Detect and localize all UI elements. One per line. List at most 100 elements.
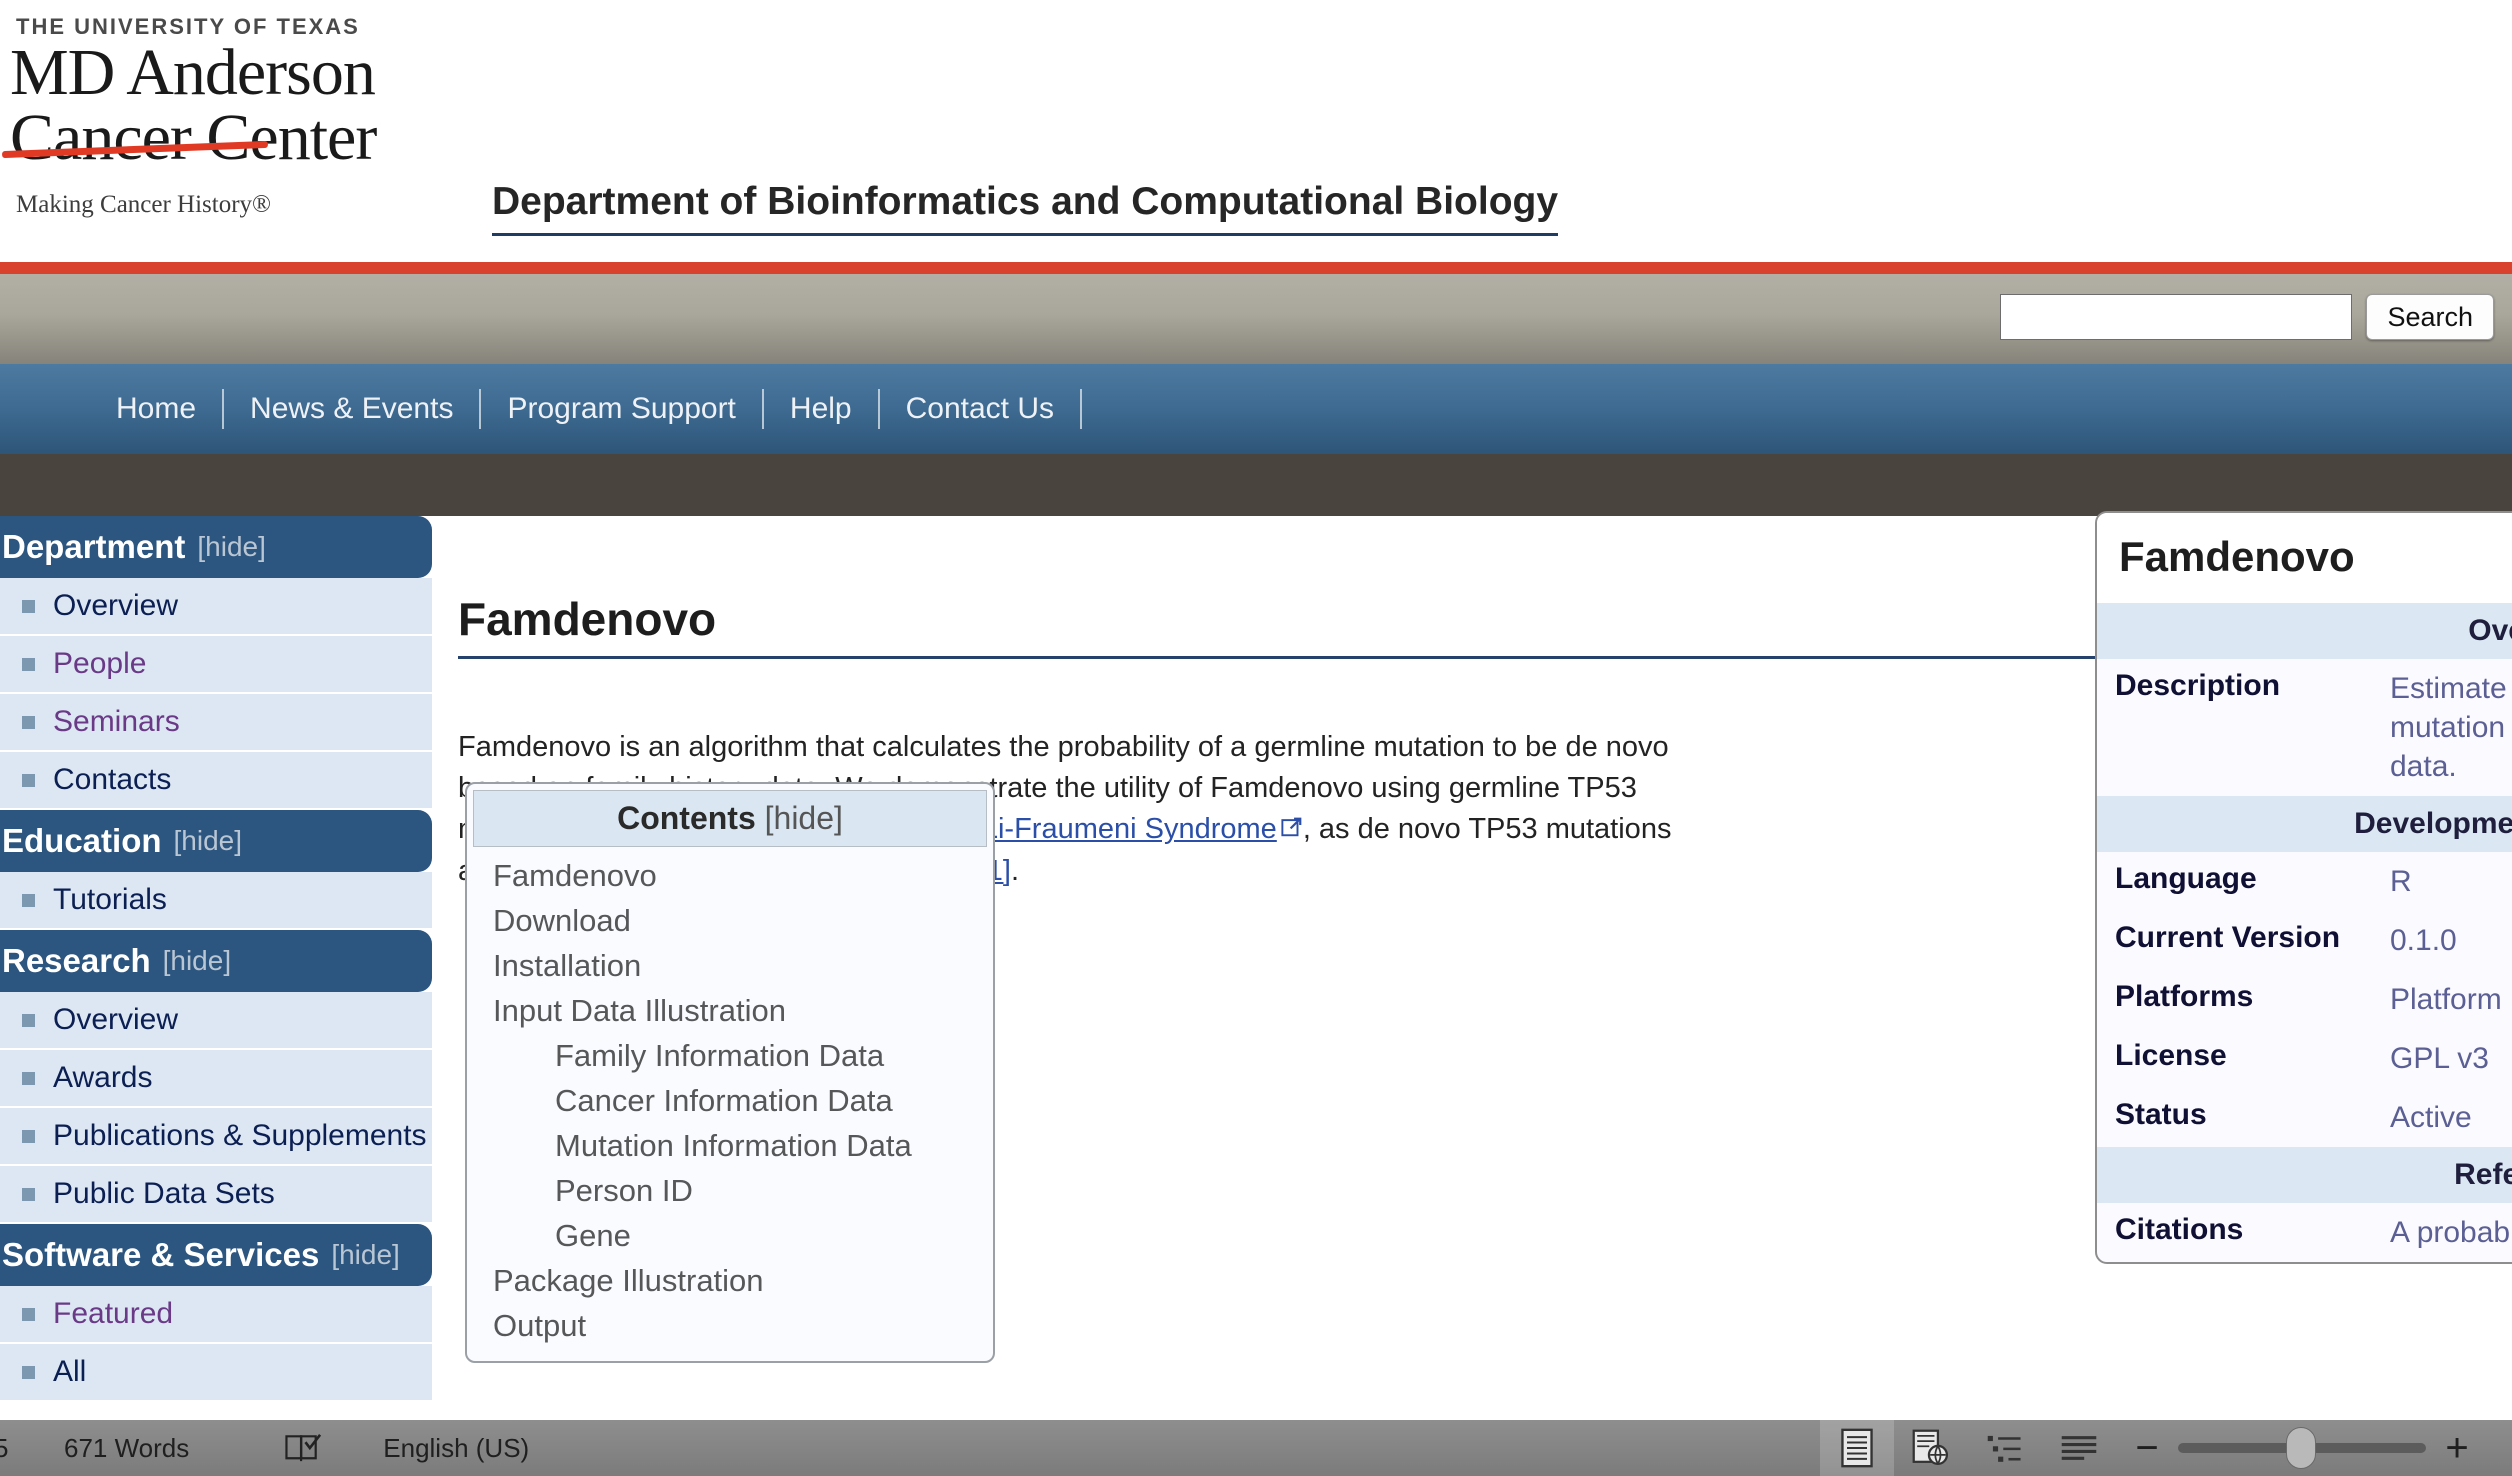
- sidebar-group-label: Research: [2, 942, 151, 979]
- toc-hide-toggle[interactable]: [hide]: [765, 800, 843, 836]
- infobox-value: 0.1.0: [2390, 924, 2457, 957]
- toc-entry-package-illustration[interactable]: Package Illustration: [493, 1258, 993, 1303]
- sidebar-group-software-services[interactable]: Software & Services [hide]: [0, 1224, 432, 1286]
- sidebar-item-public-data-sets[interactable]: Public Data Sets: [0, 1166, 432, 1224]
- sidebar-item-label: All: [53, 1355, 87, 1388]
- view-draft-icon[interactable]: [2042, 1420, 2116, 1476]
- zoom-in-button[interactable]: +: [2426, 1428, 2488, 1468]
- main-navigation: Home News & Events Program Support Help …: [0, 364, 2512, 454]
- sidebar-item-label: Overview: [53, 1003, 179, 1036]
- sidebar-hide-toggle[interactable]: [hide]: [174, 825, 243, 857]
- sidebar-item-people[interactable]: People: [0, 636, 432, 694]
- bullet-square-icon: [22, 893, 35, 907]
- body-area: Department [hide] Overview People Semina…: [0, 511, 2512, 1450]
- sidebar-item-label: Contacts: [53, 763, 172, 796]
- md-anderson-logo[interactable]: THE UNIVERSITY OF TEXAS MD Anderson Canc…: [1, 14, 450, 219]
- zoom-out-button[interactable]: −: [2116, 1428, 2178, 1468]
- sidebar-item-seminars[interactable]: Seminars: [0, 694, 432, 752]
- status-page-number[interactable]: 5: [0, 1433, 40, 1464]
- bullet-square-icon: [22, 599, 35, 613]
- page-root: THE UNIVERSITY OF TEXAS MD Anderson Canc…: [0, 0, 2512, 1476]
- main-content: Famdenovo Famdenovo is an algorithm that…: [458, 511, 2512, 1363]
- logo-cancer-center-line: Cancer Center: [1, 104, 450, 170]
- sidebar-item-label: Tutorials: [53, 883, 167, 916]
- toc-entry-output[interactable]: Output: [493, 1303, 993, 1348]
- sidebar-hide-toggle[interactable]: [hide]: [163, 945, 232, 977]
- nav-item-help[interactable]: Help: [764, 392, 878, 426]
- nav-item-contact-us[interactable]: Contact Us: [880, 392, 1080, 426]
- sidebar-item-featured[interactable]: Featured: [0, 1286, 432, 1344]
- sidebar-group-research[interactable]: Research [hide]: [0, 930, 432, 992]
- bullet-square-icon: [22, 1365, 35, 1379]
- bullet-square-icon: [22, 657, 35, 671]
- nav-item-program-support[interactable]: Program Support: [481, 392, 761, 426]
- infobox-row-platforms: Platforms Platform independent: [2097, 970, 2512, 1029]
- logo-md-anderson-line: MD Anderson: [10, 36, 376, 109]
- bullet-square-icon: [22, 1013, 35, 1027]
- toc-entry-list: Famdenovo Download Installation Input Da…: [467, 853, 993, 1361]
- view-web-layout-icon[interactable]: [1894, 1420, 1968, 1476]
- bullet-square-icon: [22, 1187, 35, 1201]
- toc-entry-famdenovo[interactable]: Famdenovo: [493, 853, 993, 898]
- infobox-value: Estimate the probability of a germline m…: [2390, 672, 2512, 783]
- bullet-square-icon: [22, 715, 35, 729]
- infobox-key: Status: [2115, 1098, 2207, 1131]
- toc-entry-family-information-data[interactable]: Family Information Data: [493, 1033, 993, 1078]
- sidebar-group-department[interactable]: Department [hide]: [0, 516, 432, 578]
- toc-entry-cancer-information-data[interactable]: Cancer Information Data: [493, 1078, 993, 1123]
- infobox-row-license: License GPL v3: [2097, 1029, 2512, 1088]
- infobox-section-references: References: [2097, 1147, 2512, 1203]
- zoom-slider[interactable]: [2178, 1420, 2426, 1476]
- status-language[interactable]: English (US): [383, 1433, 529, 1464]
- toc-entry-person-id[interactable]: Person ID: [493, 1168, 993, 1213]
- li-fraumeni-syndrome-link[interactable]: Li-Fraumeni Syndrome: [982, 813, 1277, 845]
- sidebar: Department [hide] Overview People Semina…: [0, 516, 432, 1402]
- proofing-book-icon[interactable]: [285, 1433, 323, 1463]
- external-link-icon: [1281, 809, 1303, 850]
- sidebar-item-contacts[interactable]: Contacts: [0, 752, 432, 810]
- toc-entry-gene[interactable]: Gene: [493, 1213, 993, 1258]
- status-bar: 5 671 Words English (US) − +: [0, 1420, 2512, 1476]
- sidebar-item-tutorials[interactable]: Tutorials: [0, 872, 432, 930]
- sidebar-group-label: Education: [2, 822, 162, 859]
- nav-item-news-events[interactable]: News & Events: [224, 392, 479, 426]
- sidebar-group-education[interactable]: Education [hide]: [0, 810, 432, 872]
- infobox-key: Current Version: [2115, 921, 2341, 954]
- infobox-key: Platforms: [2115, 980, 2254, 1013]
- sidebar-item-research-overview[interactable]: Overview: [0, 992, 432, 1050]
- sidebar-item-label: Public Data Sets: [53, 1177, 275, 1210]
- software-infobox: Famdenovo Overview Description Estimate …: [2095, 511, 2512, 1264]
- zoom-slider-handle[interactable]: [2286, 1427, 2316, 1469]
- sidebar-hide-toggle[interactable]: [hide]: [331, 1239, 400, 1271]
- nav-item-home[interactable]: Home: [90, 392, 222, 426]
- view-outline-icon[interactable]: [1968, 1420, 2042, 1476]
- infobox-key: Citations: [2115, 1213, 2244, 1246]
- toc-title: Contents: [617, 800, 756, 836]
- search-area: Search: [2000, 294, 2494, 340]
- sidebar-item-label: Publications & Supplements: [53, 1119, 427, 1152]
- dark-divider-bar: [0, 454, 2512, 516]
- table-of-contents: Contents [hide] Famdenovo Download Insta…: [465, 782, 995, 1363]
- sidebar-item-all[interactable]: All: [0, 1344, 432, 1402]
- nav-separator: [1080, 389, 1082, 429]
- infobox-title: Famdenovo: [2097, 513, 2512, 603]
- infobox-row-language: Language R: [2097, 852, 2512, 911]
- sidebar-item-awards[interactable]: Awards: [0, 1050, 432, 1108]
- toc-entry-download[interactable]: Download: [493, 898, 993, 943]
- bullet-square-icon: [22, 1071, 35, 1085]
- status-right-controls: − +: [1820, 1420, 2512, 1476]
- site-header: THE UNIVERSITY OF TEXAS MD Anderson Canc…: [0, 0, 2512, 262]
- view-print-layout-icon[interactable]: [1820, 1420, 1894, 1476]
- search-button[interactable]: Search: [2366, 294, 2494, 340]
- toc-entry-mutation-information-data[interactable]: Mutation Information Data: [493, 1123, 993, 1168]
- sidebar-item-overview[interactable]: Overview: [0, 578, 432, 636]
- toc-entry-installation[interactable]: Installation: [493, 943, 993, 988]
- sidebar-item-label: People: [53, 647, 147, 680]
- sidebar-hide-toggle[interactable]: [hide]: [197, 531, 266, 563]
- status-word-count[interactable]: 671 Words: [64, 1433, 189, 1464]
- toc-entry-input-data-illustration[interactable]: Input Data Illustration: [493, 988, 993, 1033]
- sidebar-item-publications-supplements[interactable]: Publications & Supplements: [0, 1108, 432, 1166]
- search-input[interactable]: [2000, 294, 2353, 340]
- sidebar-item-label: Overview: [53, 589, 179, 622]
- nav-separator: [761, 389, 764, 429]
